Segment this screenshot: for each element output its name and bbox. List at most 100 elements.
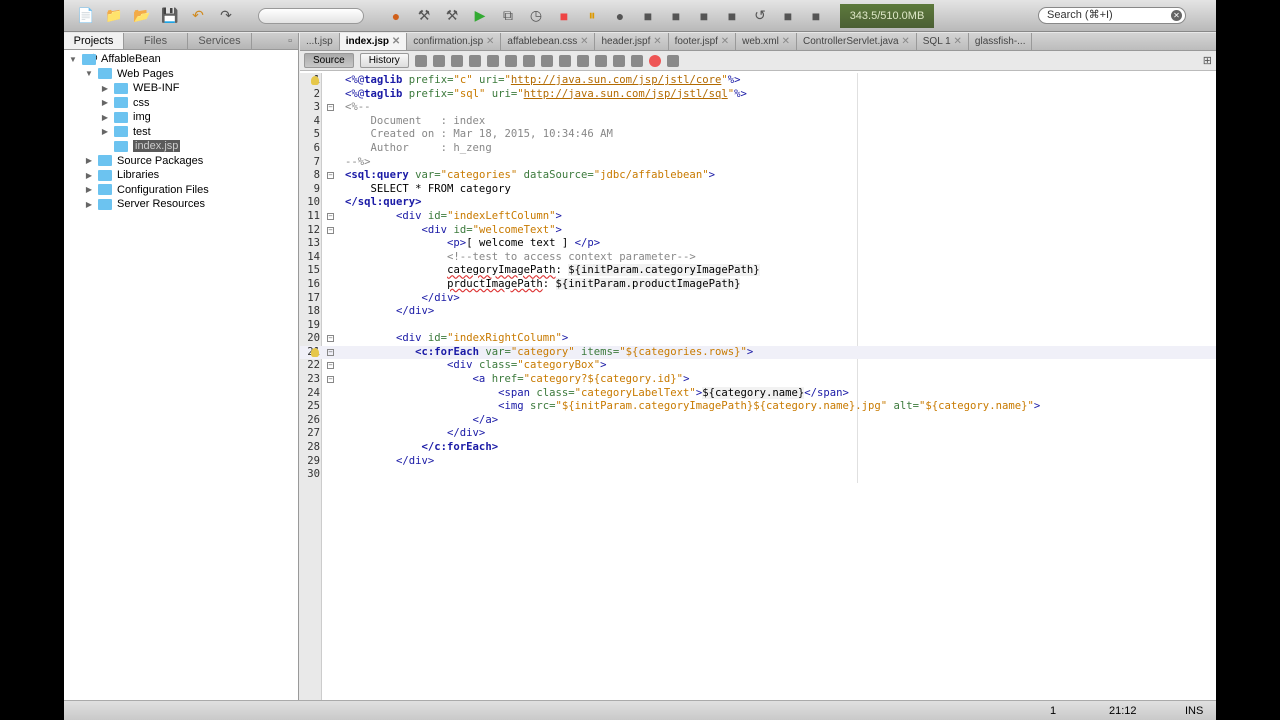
tree-node[interactable]: ▶ img [64, 110, 298, 125]
code-line[interactable]: 1<%@taglib prefix="c" uri="http://java.s… [300, 74, 1216, 88]
code-line[interactable]: 25 <img src="${initParam.categoryImagePa… [300, 400, 1216, 414]
shift-right-icon[interactable] [630, 54, 643, 67]
fold-toggle-icon[interactable]: − [327, 172, 334, 180]
forward-icon[interactable] [450, 54, 463, 67]
clean-build-icon[interactable]: ⚒ [442, 6, 462, 26]
next-bookmark-icon[interactable] [576, 54, 589, 67]
code-line[interactable]: 18 </div> [300, 305, 1216, 319]
stop-macro-icon[interactable] [666, 54, 679, 67]
maximize-icon[interactable]: ▫ [288, 33, 298, 49]
build-icon[interactable]: ⚒ [414, 6, 434, 26]
open-project-icon[interactable]: 📂 [132, 6, 152, 26]
fold-toggle-icon[interactable]: − [327, 362, 334, 370]
run-icon[interactable]: ▶ [470, 6, 490, 26]
debug-window-icon[interactable]: ■ [806, 6, 826, 26]
stop-icon[interactable]: ■ [554, 6, 574, 26]
code-line[interactable]: 8− <sql:query var="categories" dataSource… [300, 169, 1216, 183]
code-line[interactable]: 13 <p>[ welcome text ] </p> [300, 237, 1216, 251]
expand-arrow-icon[interactable]: ▶ [84, 156, 94, 165]
editor-tab[interactable]: affablebean.css ✕ [501, 33, 596, 50]
tab-files[interactable]: Files [124, 33, 188, 49]
back-icon[interactable] [432, 54, 445, 67]
close-tab-icon[interactable]: ✕ [954, 36, 962, 47]
code-line[interactable]: 16 prductImagePath: ${initParam.productI… [300, 277, 1216, 292]
find-next-icon[interactable] [504, 54, 517, 67]
step-into-icon[interactable]: ■ [666, 6, 686, 26]
code-line[interactable]: 11− <div id="indexLeftColumn"> [300, 210, 1216, 224]
code-line[interactable]: 19 [300, 319, 1216, 333]
code-line[interactable]: 22− <div class="categoryBox"> [300, 359, 1216, 373]
toggle-bookmark-icon[interactable] [594, 54, 607, 67]
code-line[interactable]: 29 </div> [300, 455, 1216, 469]
tree-node[interactable]: ▶ css [64, 96, 298, 111]
editor-tab[interactable]: index.jsp ✕ [339, 33, 408, 50]
redo-icon[interactable]: ↷ [216, 6, 236, 26]
tree-node[interactable]: ▼ AffableBean [64, 52, 298, 67]
fold-toggle-icon[interactable]: − [327, 212, 334, 220]
history-button[interactable]: History [359, 53, 409, 68]
editor-tab[interactable]: SQL 1 ✕ [917, 33, 969, 50]
tree-node[interactable]: ▶ Libraries [64, 168, 298, 183]
code-line[interactable]: 10 </sql:query> [300, 196, 1216, 210]
close-tab-icon[interactable]: ✕ [392, 36, 400, 47]
expand-arrow-icon[interactable]: ▶ [100, 113, 110, 122]
find-icon[interactable] [468, 54, 481, 67]
search-input[interactable]: Search (⌘+I) ✕ [1038, 7, 1186, 24]
tree-node[interactable]: ▶ WEB-INF [64, 81, 298, 96]
source-button[interactable]: Source [304, 53, 354, 68]
code-line[interactable]: 21− <c:forEach var="category" items="${c… [300, 345, 1216, 360]
close-tab-icon[interactable]: ✕ [782, 36, 790, 47]
code-line[interactable]: 14 <!--test to access context parameter-… [300, 251, 1216, 265]
tree-node[interactable]: index.jsp [64, 139, 298, 154]
tree-node[interactable]: ▶ test [64, 125, 298, 140]
editor-tab[interactable]: ControllerServlet.java ✕ [797, 33, 917, 50]
record-macro-icon[interactable] [648, 54, 661, 67]
code-line[interactable]: 28 </c:forEach> [300, 441, 1216, 455]
save-all-icon[interactable]: 💾 [160, 6, 180, 26]
memory-indicator[interactable]: 343.5/510.0MB [840, 3, 934, 28]
code-line[interactable]: 30 [300, 468, 1216, 482]
hint-bulb-icon[interactable] [311, 76, 319, 85]
previous-bookmark-icon[interactable] [558, 54, 571, 67]
expand-arrow-icon[interactable]: ▶ [100, 98, 110, 107]
fold-toggle-icon[interactable]: − [327, 335, 334, 343]
apply-changes-icon[interactable]: ↺ [750, 6, 770, 26]
toggle-highlight-icon[interactable] [522, 54, 535, 67]
expand-arrow-icon[interactable]: ▶ [100, 127, 110, 136]
close-tab-icon[interactable]: ✕ [486, 36, 494, 47]
code-line[interactable]: 27 </div> [300, 427, 1216, 441]
tree-node[interactable]: ▶ Configuration Files [64, 183, 298, 198]
code-line[interactable]: 5 Created on : Mar 18, 2015, 10:34:46 AM [300, 128, 1216, 142]
undo-icon[interactable]: ↶ [188, 6, 208, 26]
close-tab-icon[interactable]: ✕ [901, 36, 909, 47]
expand-arrow-icon[interactable]: ▶ [84, 185, 94, 194]
code-line[interactable]: 2 <%@taglib prefix="sql" uri="http://java… [300, 88, 1216, 102]
new-project-icon[interactable]: 📁 [104, 6, 124, 26]
expand-arrow-icon[interactable]: ▶ [84, 200, 94, 209]
last-edit-icon[interactable] [414, 54, 427, 67]
code-area[interactable]: 1<%@taglib prefix="c" uri="http://java.s… [300, 74, 1216, 482]
tree-node[interactable]: ▶ Server Resources [64, 197, 298, 212]
expand-arrow-icon[interactable]: ▶ [100, 84, 110, 93]
hint-bulb-icon[interactable] [311, 347, 319, 357]
debug-icon[interactable]: ⧉ [498, 6, 518, 26]
new-file-icon[interactable]: 📄 [76, 6, 96, 26]
code-line[interactable]: 12− <div id="welcomeText"> [300, 224, 1216, 238]
code-line[interactable]: 23− <a href="category?${category.id}"> [300, 373, 1216, 387]
close-tab-icon[interactable]: ✕ [721, 36, 729, 47]
code-line[interactable]: 26 </a> [300, 414, 1216, 428]
fold-toggle-icon[interactable]: − [327, 348, 334, 356]
code-line[interactable]: 20− <div id="indexRightColumn"> [300, 332, 1216, 346]
editor-tab[interactable]: web.xml ✕ [736, 33, 797, 50]
split-icon[interactable]: ⊞ [1203, 54, 1216, 67]
code-line[interactable]: 9 SELECT * FROM category [300, 183, 1216, 197]
code-line[interactable]: 6 Author : h_zeng [300, 142, 1216, 156]
clear-search-icon[interactable]: ✕ [1171, 10, 1182, 21]
close-tab-icon[interactable]: ✕ [653, 36, 661, 47]
fold-toggle-icon[interactable]: − [327, 226, 334, 234]
tab-projects[interactable]: Projects ⊗ [64, 33, 124, 64]
step-out-icon[interactable]: ■ [694, 6, 714, 26]
continue-icon[interactable]: ● [610, 6, 630, 26]
editor-tab[interactable]: confirmation.jsp ✕ [407, 33, 502, 50]
editor-tab[interactable]: glassfish-... [969, 33, 1033, 50]
